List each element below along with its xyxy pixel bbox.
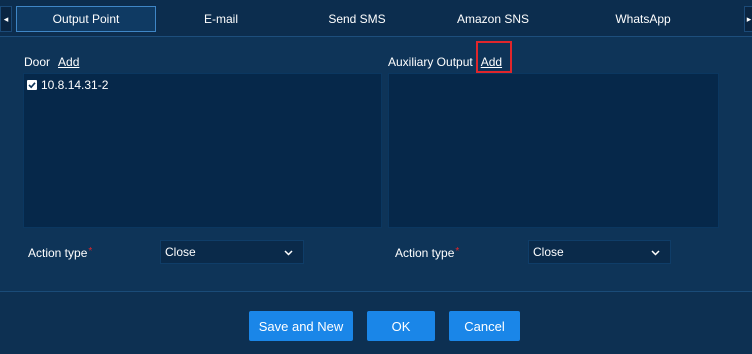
tab-bar: ◂ Output Point E-mail Send SMS Amazon SN… (0, 0, 752, 37)
required-mark: * (455, 246, 460, 257)
auxiliary-action-type-label: Action type* (395, 246, 459, 260)
tab-scroll-right-icon[interactable]: ▸ (744, 6, 752, 32)
auxiliary-output-label: Auxiliary Output (388, 55, 473, 69)
door-list: 10.8.14.31-2 (23, 73, 382, 228)
checkbox-checked-icon[interactable] (27, 80, 37, 90)
chevron-down-icon (284, 245, 293, 259)
auxiliary-action-type-value: Close (533, 245, 564, 259)
tab-whatsapp[interactable]: WhatsApp (565, 6, 721, 32)
door-action-type-label: Action type* (28, 246, 92, 260)
ok-button[interactable]: OK (367, 311, 435, 341)
door-header: Door Add (24, 55, 79, 69)
add-highlight-box (476, 41, 512, 73)
door-add-link[interactable]: Add (58, 55, 79, 69)
save-and-new-button[interactable]: Save and New (249, 311, 353, 341)
tab-output-point[interactable]: Output Point (16, 6, 156, 32)
chevron-down-icon (651, 245, 660, 259)
list-item[interactable]: 10.8.14.31-2 (27, 78, 108, 92)
list-item-label: 10.8.14.31-2 (41, 78, 109, 92)
required-mark: * (88, 246, 93, 257)
tab-scroll-left-icon[interactable]: ◂ (0, 6, 12, 32)
output-point-dialog: ◂ Output Point E-mail Send SMS Amazon SN… (0, 0, 752, 354)
auxiliary-output-list (388, 73, 719, 228)
door-action-type-text: Action type (28, 246, 88, 260)
tab-amazon-sns[interactable]: Amazon SNS (430, 6, 556, 32)
door-label: Door (24, 55, 51, 69)
auxiliary-action-type-text: Action type (395, 246, 455, 260)
tab-email[interactable]: E-mail (158, 6, 284, 32)
tab-send-sms[interactable]: Send SMS (296, 6, 418, 32)
cancel-button[interactable]: Cancel (449, 311, 520, 341)
door-action-type-select[interactable]: Close (160, 240, 304, 264)
door-action-type-value: Close (165, 245, 196, 259)
auxiliary-action-type-select[interactable]: Close (528, 240, 671, 264)
